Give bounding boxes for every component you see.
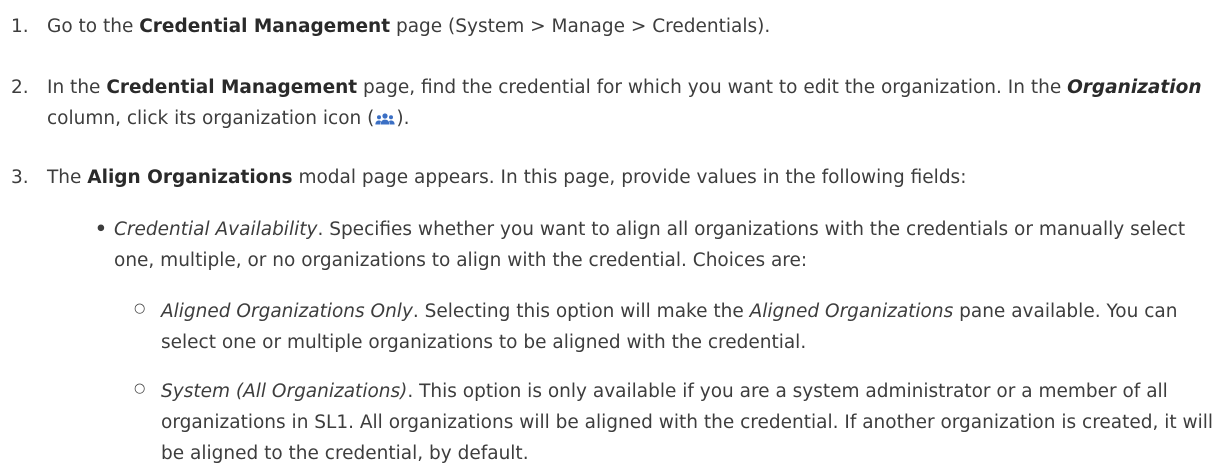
bullet-dot-icon: • xyxy=(95,219,107,240)
step-text-part: The xyxy=(47,167,88,188)
step-text-part: In the xyxy=(47,77,107,98)
ui-term-credential-management: Credential Management xyxy=(106,77,358,98)
field-name: Credential Availability xyxy=(114,219,318,240)
step-text-part: column, click its organization icon ( xyxy=(47,108,375,129)
choice-description: Aligned Organizations Only. Selecting th… xyxy=(161,296,1219,358)
choice-name: Aligned Organizations Only xyxy=(161,301,413,322)
choice-name: System (All Organizations) xyxy=(161,381,408,402)
step-text: The Align Organizations modal page appea… xyxy=(47,162,1212,193)
circle-bullet-icon: ○ xyxy=(134,301,146,316)
ui-term-align-organizations: Align Organizations xyxy=(87,167,293,188)
ui-term-aligned-organizations: Aligned Organizations xyxy=(749,301,954,322)
ui-term-organization-column: Organization xyxy=(1067,77,1202,98)
step-number: 2. xyxy=(11,77,29,98)
choice-text: . Selecting this option will make the xyxy=(412,301,750,322)
organization-icon xyxy=(375,113,395,125)
step-text-part: page, find the credential for which you … xyxy=(357,77,1068,98)
step-number: 3. xyxy=(11,167,29,188)
step-text-part: page (System > Manage > Credentials). xyxy=(390,16,771,37)
step-number: 1. xyxy=(11,16,29,37)
field-description: Credential Availability. Specifies wheth… xyxy=(114,214,1219,276)
choice-description: System (All Organizations). This option … xyxy=(161,376,1219,469)
circle-bullet-icon: ○ xyxy=(134,381,146,396)
step-text-part: Go to the xyxy=(47,16,140,37)
step-text-part: modal page appears. In this page, provid… xyxy=(292,167,967,188)
document-page: 1. Go to the Credential Management page … xyxy=(0,0,1227,474)
step-text: Go to the Credential Management page (Sy… xyxy=(47,11,1212,42)
ui-term-credential-management: Credential Management xyxy=(139,16,391,37)
step-text: In the Credential Management page, find … xyxy=(47,72,1212,134)
step-text-part: ). xyxy=(396,108,410,129)
